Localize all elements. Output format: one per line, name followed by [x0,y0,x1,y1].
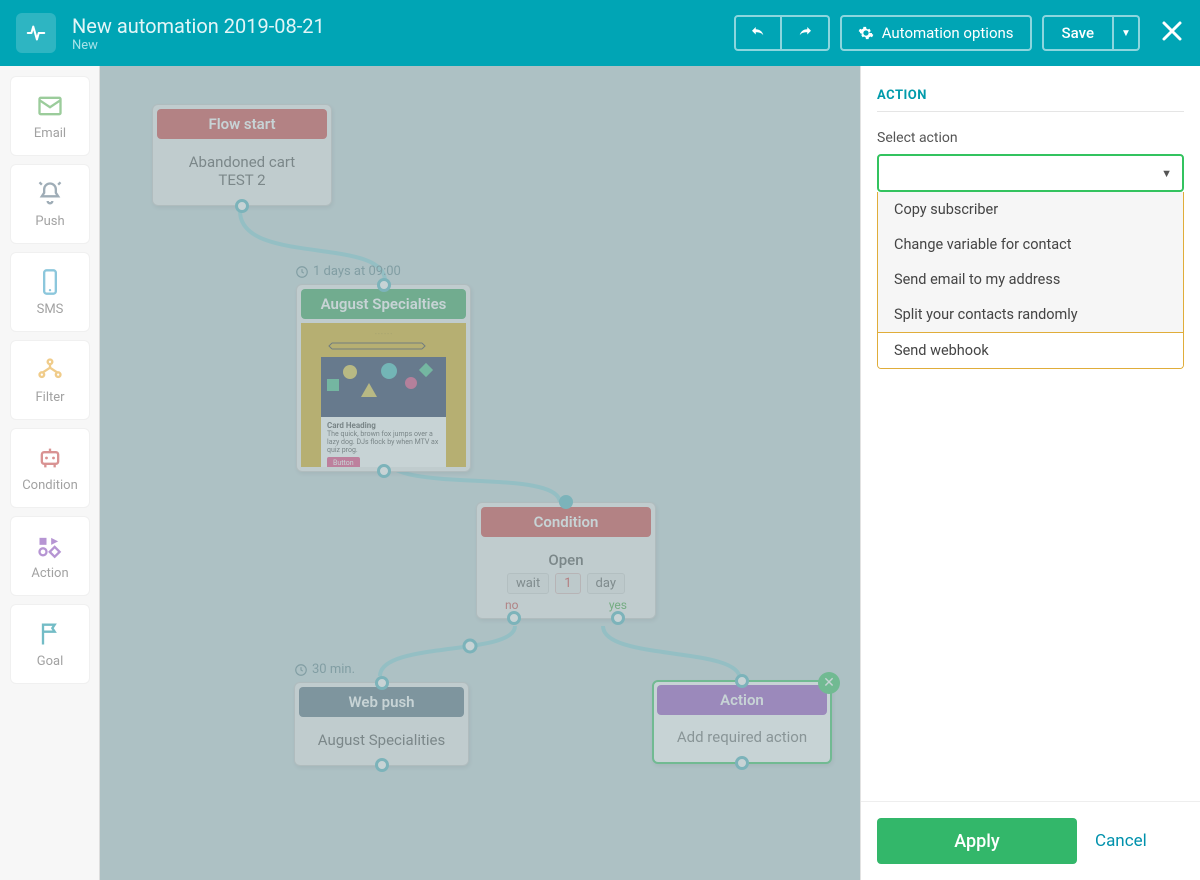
select-action-label: Select action [877,130,1184,146]
rail-label: SMS [37,302,64,317]
filter-icon [36,356,64,384]
node-header: Flow start [157,109,327,139]
rail-label: Email [34,126,66,141]
action-panel: Action Select action ▼ Copy subscriber C… [860,66,1200,880]
clock-icon [295,265,309,279]
apply-button[interactable]: Apply [877,818,1077,864]
title-block: New automation 2019-08-21 New [72,14,734,53]
caret-down-icon: ▼ [1121,28,1131,39]
wait-pills: wait 1 day [491,573,641,594]
close-button[interactable] [1160,16,1184,51]
automation-status: New [72,38,734,53]
rail-sms[interactable]: SMS [10,252,90,332]
rail-goal[interactable]: Goal [10,604,90,684]
rail-action[interactable]: Action [10,516,90,596]
email-preview: · · · · · · Card Heading The quick, brow… [301,323,466,467]
node-action[interactable]: ✕ Action Add required action [652,680,832,764]
node-header: August Specialties [301,289,466,319]
rail-label: Action [31,566,68,581]
email-icon [36,92,64,120]
condition-subtitle: Open [491,551,641,569]
app-header: New automation 2019-08-21 New Automation… [0,0,1200,66]
caret-down-icon: ▼ [1161,167,1172,180]
app-logo[interactable] [16,13,56,53]
action-dropdown: Copy subscriber Change variable for cont… [877,192,1184,369]
bell-icon [36,180,64,208]
action-select[interactable]: ▼ [877,154,1184,192]
close-icon [1160,19,1184,43]
flag-icon [36,620,64,648]
cancel-button[interactable]: Cancel [1095,831,1147,851]
rail-condition[interactable]: Condition [10,428,90,508]
branch-yes-label: yes [609,598,627,612]
robot-icon [36,444,64,472]
node-header: Condition [481,507,651,537]
close-icon: ✕ [823,675,835,691]
automation-title: New automation 2019-08-21 [72,14,734,38]
flow-canvas[interactable]: Flow start Abandoned cart TEST 2 1 days … [100,66,860,880]
node-body: Abandoned cart TEST 2 [153,143,331,205]
action-option[interactable]: Send webhook [878,332,1183,368]
action-icon [36,532,64,560]
node-webpush[interactable]: Web push August Specialities [294,682,469,766]
undo-redo-group [734,15,830,51]
node-condition[interactable]: Condition Open wait 1 day no yes [476,502,656,619]
save-button[interactable]: Save [1042,15,1114,51]
redo-icon [796,24,814,42]
branch-no-label: no [505,598,518,612]
remove-node-button[interactable]: ✕ [818,672,840,694]
rail-label: Filter [35,390,64,405]
action-option[interactable]: Send email to my address [878,262,1183,297]
node-email[interactable]: August Specialties · · · · · · Card Head… [296,284,471,472]
gear-icon [858,25,874,41]
undo-button[interactable] [734,15,782,51]
pulse-icon [25,22,47,44]
automation-options-button[interactable]: Automation options [840,15,1032,51]
rail-label: Condition [22,478,78,493]
save-dropdown-button[interactable]: ▼ [1114,15,1140,51]
panel-section-title: Action [877,88,1184,112]
save-group: Save ▼ [1042,15,1140,51]
element-rail: Email Push SMS Filter Condition Action [0,66,100,880]
node-flow-start[interactable]: Flow start Abandoned cart TEST 2 [152,104,332,206]
node-header: Action [657,685,827,715]
undo-icon [749,24,767,42]
rail-filter[interactable]: Filter [10,340,90,420]
options-label: Automation options [882,24,1014,42]
action-option[interactable]: Change variable for contact [878,227,1183,262]
redo-button[interactable] [782,15,830,51]
node-header: Web push [299,687,464,717]
action-option[interactable]: Copy subscriber [878,192,1183,227]
rail-email[interactable]: Email [10,76,90,156]
rail-push[interactable]: Push [10,164,90,244]
rail-label: Goal [37,654,64,669]
timer-label-2: 30 min. [294,662,355,677]
clock-icon [294,663,308,677]
phone-icon [36,268,64,296]
action-option[interactable]: Split your contacts randomly [878,297,1183,332]
timer-label-1: 1 days at 09:00 [295,264,401,279]
rail-label: Push [35,214,64,229]
